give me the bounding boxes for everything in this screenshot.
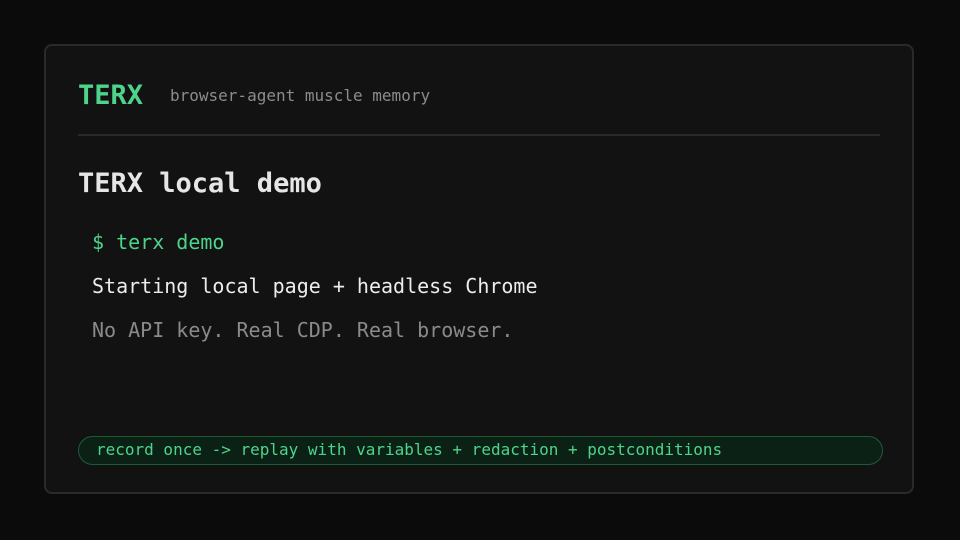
header: TERX browser-agent muscle memory xyxy=(78,78,880,136)
terminal-note: No API key. Real CDP. Real browser. xyxy=(92,318,514,342)
brand-logo: TERX xyxy=(78,80,144,111)
terminal-output: Starting local page + headless Chrome xyxy=(92,274,538,298)
tagline: browser-agent muscle memory xyxy=(170,86,431,105)
terminal-command: $ terx demo xyxy=(92,230,225,254)
feature-banner: record once -> replay with variables + r… xyxy=(78,436,883,465)
page-title: TERX local demo xyxy=(78,168,322,199)
demo-card: TERX browser-agent muscle memory TERX lo… xyxy=(44,44,914,494)
